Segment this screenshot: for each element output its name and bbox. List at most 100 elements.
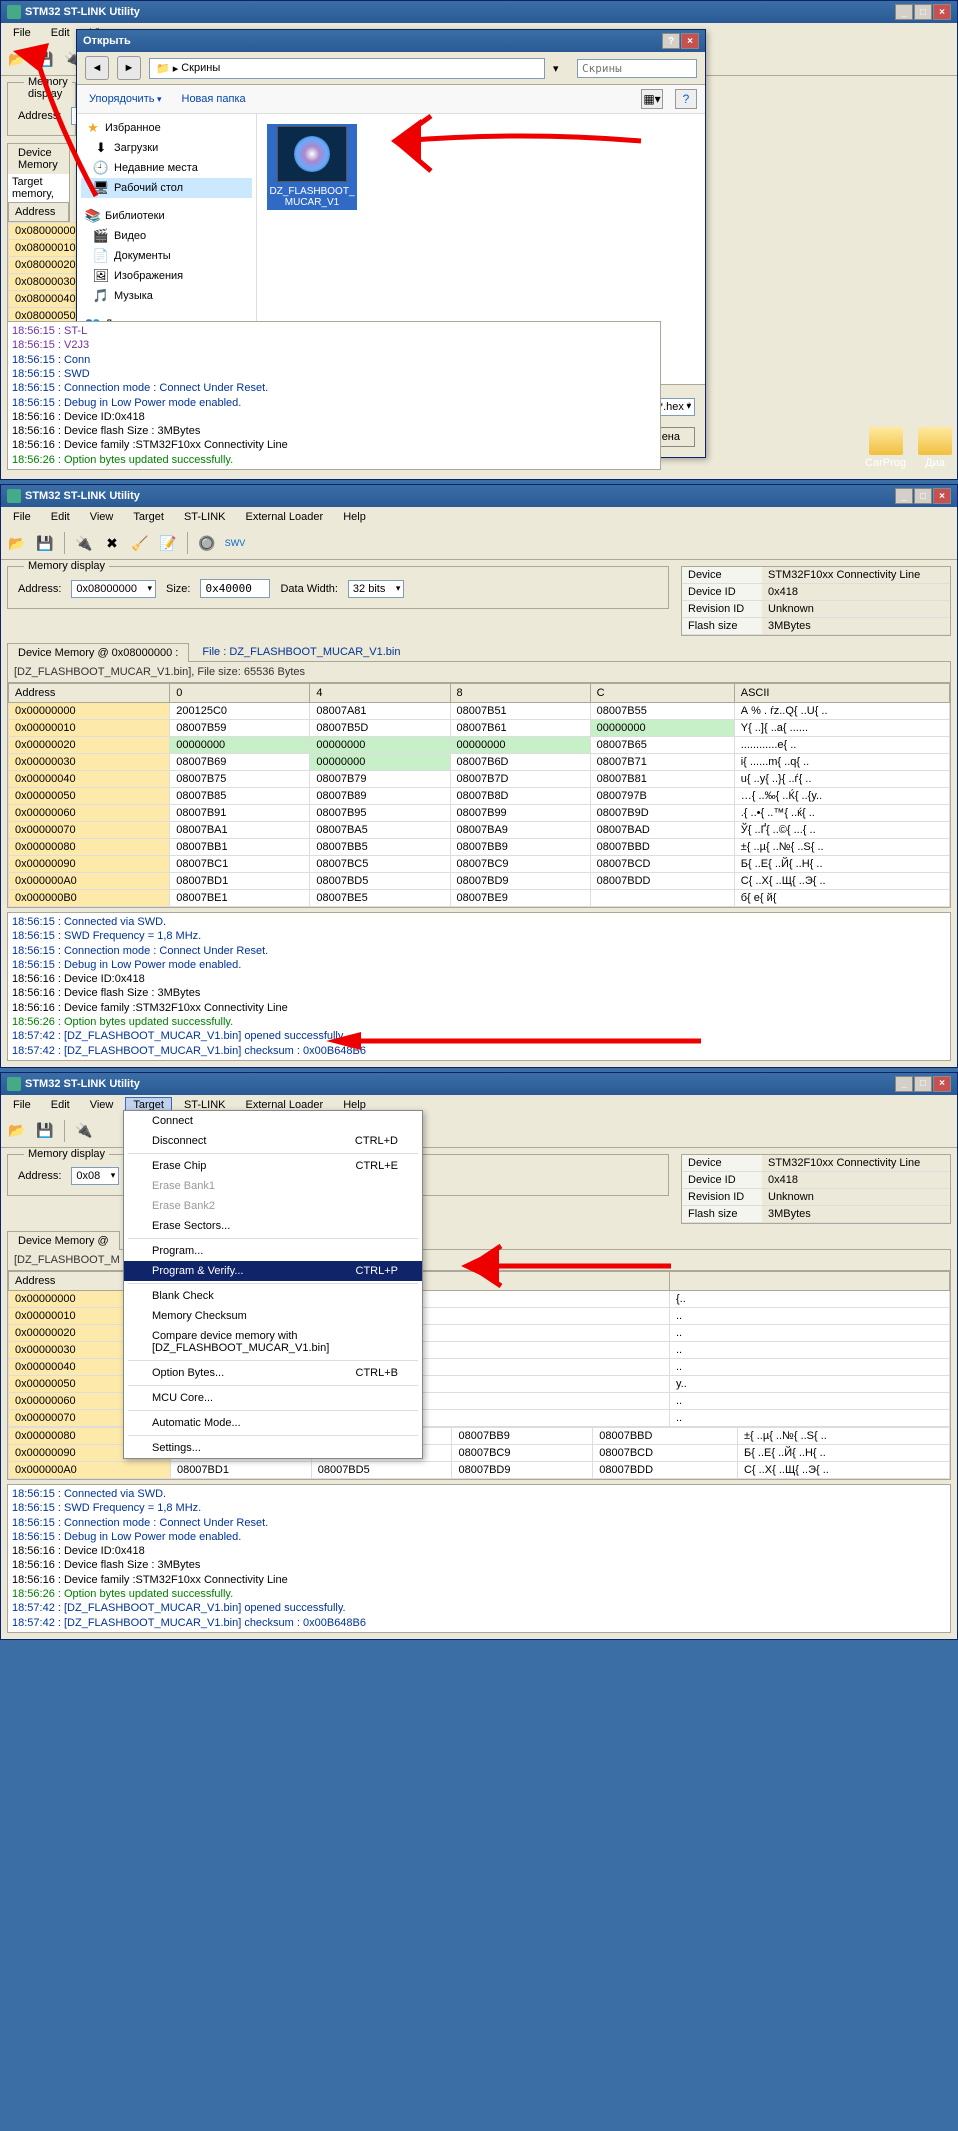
ctx-program[interactable]: Program...	[124, 1241, 422, 1261]
desk-dia[interactable]: Диа	[918, 427, 952, 469]
sb-downloads[interactable]: ⬇Загрузки	[81, 138, 252, 158]
save-icon[interactable]: 💾	[32, 46, 58, 72]
folder-icon: 📁	[156, 62, 170, 75]
desk-carprog[interactable]: CarProg	[865, 427, 906, 469]
sb-libraries[interactable]: Библиотеки	[105, 210, 165, 222]
menu-file[interactable]: File	[5, 1097, 39, 1113]
address-combo[interactable]: 0x08000000	[71, 580, 156, 598]
menu-edit[interactable]: Edit	[43, 1097, 78, 1113]
file-tile[interactable]: DZ_FLASHBOOT_MUCAR_V1	[267, 124, 357, 210]
connect-icon[interactable]: 🔌	[71, 530, 97, 556]
target-memory-label: Target memory,	[8, 174, 69, 202]
back-button[interactable]: ◄	[85, 56, 109, 80]
close-button[interactable]: ×	[933, 1076, 951, 1092]
menu-view[interactable]: View	[82, 1097, 122, 1113]
save-icon[interactable]: 💾	[32, 1118, 58, 1144]
sb-desktop[interactable]: 🖥Рабочий стол	[81, 178, 252, 198]
target-menu: Connect DisconnectCTRL+D Erase ChipCTRL+…	[123, 1110, 423, 1459]
device-info: DeviceSTM32F10xx Connectivity Line Devic…	[681, 1154, 951, 1224]
help-icon[interactable]: ?	[675, 89, 697, 109]
menu-target[interactable]: Target	[125, 509, 172, 525]
connect-icon[interactable]: 🔌	[71, 1118, 97, 1144]
dialog-titlebar: Открыть ? ×	[77, 30, 705, 52]
log-panel: 18:56:15 : ST-L18:56:15 : V2J318:56:15 :…	[7, 321, 661, 470]
dialog-help-button[interactable]: ?	[662, 33, 680, 49]
erase-icon[interactable]: 🧹	[127, 530, 153, 556]
ctx-mcu-core[interactable]: MCU Core...	[124, 1388, 422, 1408]
close-button[interactable]: ×	[933, 4, 951, 20]
ctx-compare[interactable]: Compare device memory with [DZ_FLASHBOOT…	[124, 1326, 422, 1358]
menu-stlink[interactable]: ST-LINK	[176, 509, 234, 525]
menu-file[interactable]: File	[5, 509, 39, 525]
newfolder-button[interactable]: Новая папка	[178, 91, 250, 107]
view-button[interactable]: ▦▾	[641, 89, 663, 109]
device-info: DeviceSTM32F10xx Connectivity Line Devic…	[681, 566, 951, 636]
sb-music[interactable]: 🎵Музыка	[81, 286, 252, 306]
app-icon	[7, 1077, 21, 1091]
address-combo[interactable]: 0x08	[71, 1167, 119, 1185]
close-button[interactable]: ×	[933, 488, 951, 504]
sb-images[interactable]: 🖼Изображения	[81, 266, 252, 286]
dialog-close-button[interactable]: ×	[681, 33, 699, 49]
search-input[interactable]	[577, 59, 697, 78]
file-thumb-icon	[277, 126, 347, 182]
ctx-settings[interactable]: Settings...	[124, 1438, 422, 1458]
titlebar: STM32 ST-LINK Utility _ □ ×	[1, 485, 957, 507]
swv-icon[interactable]: SWV	[222, 530, 248, 556]
ctx-erase-sectors[interactable]: Erase Sectors...	[124, 1216, 422, 1236]
disconnect-icon[interactable]: ✖	[99, 530, 125, 556]
menu-extloader[interactable]: External Loader	[238, 509, 332, 525]
ctx-program-verify[interactable]: Program & Verify...CTRL+P	[124, 1261, 422, 1281]
organize-button[interactable]: Упорядочить	[85, 91, 166, 107]
ctx-auto-mode[interactable]: Automatic Mode...	[124, 1413, 422, 1433]
datawidth-combo[interactable]: 32 bits	[348, 580, 404, 598]
sb-video[interactable]: 🎬Видео	[81, 226, 252, 246]
tab-device-memory[interactable]: Device Memory	[7, 143, 70, 174]
app-icon	[7, 489, 21, 503]
crumb-label: Скрины	[181, 62, 220, 74]
ctx-connect[interactable]: Connect	[124, 1111, 422, 1131]
menu-help[interactable]: Help	[335, 509, 374, 525]
ctx-option-bytes[interactable]: Option Bytes...CTRL+B	[124, 1363, 422, 1383]
hex-table: Address048CASCII 0x00000000200125C008007…	[8, 683, 950, 907]
open-icon[interactable]: 📂	[4, 46, 30, 72]
tab-device-memory[interactable]: Device Memory @	[7, 1231, 120, 1250]
tab-file-info: File : DZ_FLASHBOOT_MUCAR_V1.bin	[202, 646, 400, 658]
ctx-erase-b1: Erase Bank1	[124, 1176, 422, 1196]
file-header: [DZ_FLASHBOOT_MUCAR_V1.bin], File size: …	[8, 662, 950, 683]
sb-favorites[interactable]: Избранное	[105, 122, 161, 134]
tab-device-memory[interactable]: Device Memory @ 0x08000000 :	[7, 643, 189, 662]
program-icon[interactable]: 📝	[155, 530, 181, 556]
sb-documents[interactable]: 📄Документы	[81, 246, 252, 266]
menu-view[interactable]: View	[82, 509, 122, 525]
minimize-button[interactable]: _	[895, 1076, 913, 1092]
size-input[interactable]	[200, 579, 270, 598]
titlebar: STM32 ST-LINK Utility _ □ ×	[1, 1, 957, 23]
file-tile-label: DZ_FLASHBOOT_MUCAR_V1	[269, 186, 355, 208]
app-icon	[7, 5, 21, 19]
breadcrumb[interactable]: 📁 ▸ Скрины	[149, 58, 545, 79]
maximize-button[interactable]: □	[914, 488, 932, 504]
menu-edit[interactable]: Edit	[43, 25, 78, 41]
ctx-mem-checksum[interactable]: Memory Checksum	[124, 1306, 422, 1326]
minimize-button[interactable]: _	[895, 488, 913, 504]
maximize-button[interactable]: □	[914, 4, 932, 20]
app-title: STM32 ST-LINK Utility	[25, 1078, 140, 1090]
ctx-blank-check[interactable]: Blank Check	[124, 1286, 422, 1306]
open-icon[interactable]: 📂	[4, 530, 30, 556]
log-panel: 18:56:15 : Connected via SWD.18:56:15 : …	[7, 912, 951, 1061]
menu-file[interactable]: File	[5, 25, 39, 41]
app-title: STM32 ST-LINK Utility	[25, 490, 140, 502]
menu-edit[interactable]: Edit	[43, 509, 78, 525]
chip-icon[interactable]: 🔘	[194, 530, 220, 556]
lib-icon: 📚	[85, 208, 101, 224]
minimize-button[interactable]: _	[895, 4, 913, 20]
open-icon[interactable]: 📂	[4, 1118, 30, 1144]
ctx-disconnect[interactable]: DisconnectCTRL+D	[124, 1131, 422, 1151]
maximize-button[interactable]: □	[914, 1076, 932, 1092]
save-icon[interactable]: 💾	[32, 530, 58, 556]
forward-button[interactable]: ►	[117, 56, 141, 80]
star-icon: ★	[85, 120, 101, 136]
sb-recent[interactable]: 🕘Недавние места	[81, 158, 252, 178]
ctx-erase-chip[interactable]: Erase ChipCTRL+E	[124, 1156, 422, 1176]
